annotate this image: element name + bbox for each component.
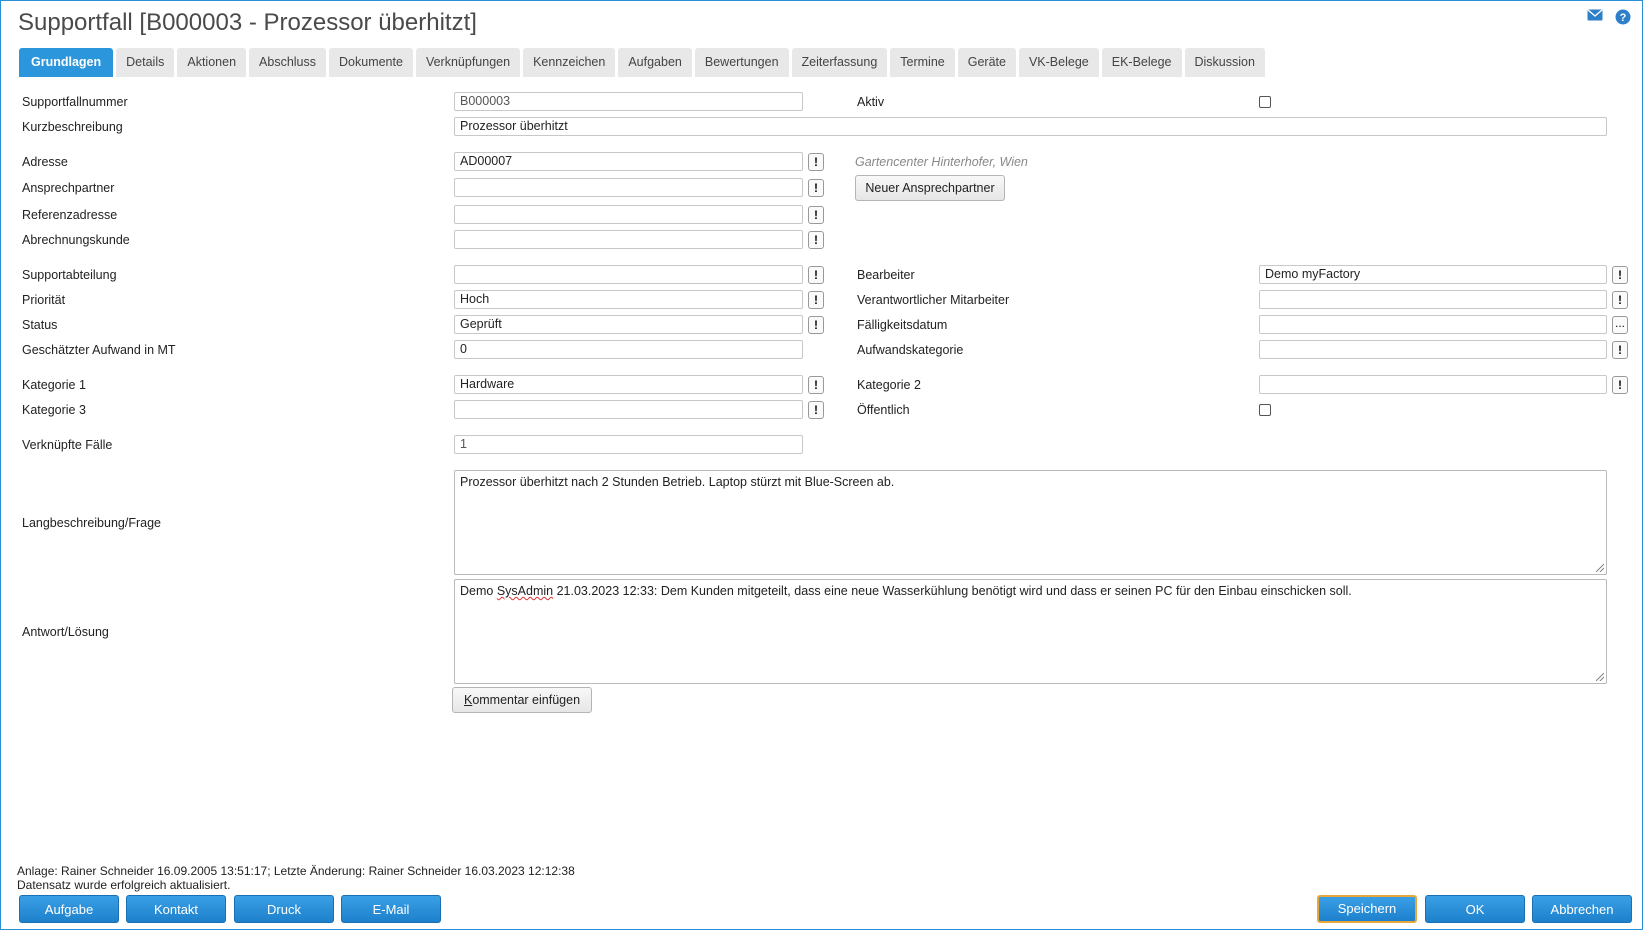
bearbeiter-field[interactable]: Demo myFactory xyxy=(1259,265,1607,284)
label-ansprechpartner: Ansprechpartner xyxy=(22,181,115,195)
label-supportfallnummer: Supportfallnummer xyxy=(22,95,128,109)
tab-grundlagen[interactable]: Grundlagen xyxy=(19,48,114,77)
kommentar-einfuegen-button[interactable]: Kommentar einfügen xyxy=(452,687,592,713)
abbrechen-button[interactable]: Abbrechen xyxy=(1532,895,1632,923)
aufwandskategorie-lookup-button[interactable]: ! xyxy=(1612,341,1628,359)
label-prioritaet: Priorität xyxy=(22,293,66,307)
save-status: Datensatz wurde erfolgreich aktualisiert… xyxy=(17,878,231,892)
ok-button[interactable]: OK xyxy=(1425,895,1525,923)
label-kategorie3: Kategorie 3 xyxy=(22,403,86,417)
prioritaet-field[interactable]: Hoch xyxy=(454,290,803,309)
mail-icon[interactable] xyxy=(1587,9,1603,25)
kategorie2-lookup-button[interactable]: ! xyxy=(1612,376,1628,394)
label-status: Status xyxy=(22,318,58,332)
supportabteilung-lookup-button[interactable]: ! xyxy=(808,266,824,284)
ansprechpartner-field[interactable] xyxy=(454,178,803,197)
status-field[interactable]: Geprüft xyxy=(454,315,803,334)
email-button[interactable]: E-Mail xyxy=(341,895,441,923)
label-aufwand: Geschätzter Aufwand in MT xyxy=(22,343,176,357)
ansprechpartner-lookup-button[interactable]: ! xyxy=(808,179,824,197)
tab-bewertungen[interactable]: Bewertungen xyxy=(694,48,789,77)
aufwand-field[interactable]: 0 xyxy=(454,340,803,359)
druck-button[interactable]: Druck xyxy=(234,895,334,923)
aufgabe-button[interactable]: Aufgabe xyxy=(19,895,119,923)
oeffentlich-checkbox[interactable] xyxy=(1259,404,1271,416)
label-verantwortlicher: Verantwortlicher Mitarbeiter xyxy=(857,293,1010,307)
tab-dokumente[interactable]: Dokumente xyxy=(329,48,413,77)
kategorie1-field[interactable]: Hardware xyxy=(454,375,803,394)
svg-text:?: ? xyxy=(1620,12,1627,24)
neuer-ansprechpartner-button[interactable]: Neuer Ansprechpartner xyxy=(855,175,1005,201)
tab-verknuepfungen[interactable]: Verknüpfungen xyxy=(415,48,521,77)
tab-vk-belege[interactable]: VK-Belege xyxy=(1018,48,1099,77)
label-kategorie1: Kategorie 1 xyxy=(22,378,86,392)
verantwortlicher-lookup-button[interactable]: ! xyxy=(1612,291,1628,309)
adresse-field[interactable]: AD00007 xyxy=(454,152,803,171)
speichern-button[interactable]: Speichern xyxy=(1317,895,1417,923)
kategorie3-field[interactable] xyxy=(454,400,803,419)
antwort-user: SysAdmin xyxy=(496,584,554,598)
abrechnungskunde-lookup-button[interactable]: ! xyxy=(808,231,824,249)
resize-grip-icon[interactable] xyxy=(1596,564,1604,572)
record-info: Anlage: Rainer Schneider 16.09.2005 13:5… xyxy=(17,864,575,878)
tab-details[interactable]: Details xyxy=(116,48,175,77)
langbeschreibung-text: Prozessor überhitzt nach 2 Stunden Betri… xyxy=(460,475,895,489)
label-langbeschreibung: Langbeschreibung/Frage xyxy=(22,516,161,530)
label-verknuepfte: Verknüpfte Fälle xyxy=(22,438,113,452)
tab-termine[interactable]: Termine xyxy=(890,48,955,77)
tab-geraete[interactable]: Geräte xyxy=(957,48,1016,77)
verknuepfte-faelle-field[interactable]: 1 xyxy=(454,435,803,454)
label-kategorie2: Kategorie 2 xyxy=(857,378,921,392)
tab-abschluss[interactable]: Abschluss xyxy=(249,48,327,77)
antwort-text: 21.03.2023 12:33: Dem Kunden mitgeteilt,… xyxy=(553,584,1352,598)
tab-aktionen[interactable]: Aktionen xyxy=(177,48,247,77)
dialog-frame xyxy=(0,0,1643,930)
label-referenzadresse: Referenzadresse xyxy=(22,208,118,222)
tab-ek-belege[interactable]: EK-Belege xyxy=(1101,48,1182,77)
bearbeiter-lookup-button[interactable]: ! xyxy=(1612,266,1628,284)
tab-zeiterfassung[interactable]: Zeiterfassung xyxy=(791,48,888,77)
prioritaet-lookup-button[interactable]: ! xyxy=(808,291,824,309)
label-antwort: Antwort/Lösung xyxy=(22,625,109,639)
top-icons: ? xyxy=(1587,9,1631,25)
referenzadresse-field[interactable] xyxy=(454,205,803,224)
label-supportabteilung: Supportabteilung xyxy=(22,268,117,282)
tab-diskussion[interactable]: Diskussion xyxy=(1184,48,1265,77)
resize-grip-icon[interactable] xyxy=(1596,673,1604,681)
verantwortlicher-field[interactable] xyxy=(1259,290,1607,309)
aktiv-checkbox[interactable] xyxy=(1259,96,1271,108)
antwort-prefix: Demo xyxy=(460,584,497,598)
supportabteilung-field[interactable] xyxy=(454,265,803,284)
kommentar-label: ommentar einfügen xyxy=(472,693,581,707)
tab-bar: Grundlagen Details Aktionen Abschluss Do… xyxy=(19,48,1268,77)
antwort-textarea[interactable]: Demo SysAdmin 21.03.2023 12:33: Dem Kund… xyxy=(454,579,1607,684)
kurzbeschreibung-field[interactable]: Prozessor überhitzt xyxy=(454,117,1607,136)
page-title: Supportfall [B000003 - Prozessor überhit… xyxy=(18,9,477,36)
kategorie2-field[interactable] xyxy=(1259,375,1607,394)
kategorie3-lookup-button[interactable]: ! xyxy=(808,401,824,419)
abrechnungskunde-field[interactable] xyxy=(454,230,803,249)
langbeschreibung-textarea[interactable]: Prozessor überhitzt nach 2 Stunden Betri… xyxy=(454,470,1607,575)
label-abrechnungskunde: Abrechnungskunde xyxy=(22,233,130,247)
supportfallnummer-field[interactable]: B000003 xyxy=(454,92,803,111)
label-bearbeiter: Bearbeiter xyxy=(857,268,915,282)
kontakt-button[interactable]: Kontakt xyxy=(126,895,226,923)
adresse-hint: Gartencenter Hinterhofer, Wien xyxy=(855,155,1028,169)
label-faelligkeitsdatum: Fälligkeitsdatum xyxy=(857,318,948,332)
referenzadresse-lookup-button[interactable]: ! xyxy=(808,206,824,224)
tab-aufgaben[interactable]: Aufgaben xyxy=(618,48,692,77)
label-oeffentlich: Öffentlich xyxy=(857,403,910,417)
tab-kennzeichen[interactable]: Kennzeichen xyxy=(523,48,616,77)
help-icon[interactable]: ? xyxy=(1615,9,1631,25)
kategorie1-lookup-button[interactable]: ! xyxy=(808,376,824,394)
status-lookup-button[interactable]: ! xyxy=(808,316,824,334)
label-aktiv: Aktiv xyxy=(857,95,885,109)
faelligkeitsdatum-field[interactable] xyxy=(1259,315,1607,334)
adresse-lookup-button[interactable]: ! xyxy=(808,153,824,171)
label-adresse: Adresse xyxy=(22,155,68,169)
label-aufwandskategorie: Aufwandskategorie xyxy=(857,343,964,357)
aufwandskategorie-field[interactable] xyxy=(1259,340,1607,359)
label-kurzbeschreibung: Kurzbeschreibung xyxy=(22,120,123,134)
date-picker-button[interactable]: ... xyxy=(1612,316,1628,334)
